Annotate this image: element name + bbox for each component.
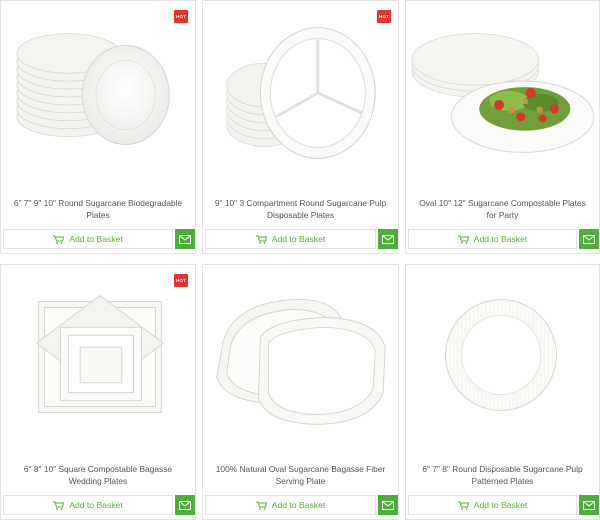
product-card: HOT 9" 10" 3 Compartment Round Sugarcane… <box>202 0 399 254</box>
email-icon <box>179 234 191 244</box>
product-title[interactable]: Oval 10" 12" Sugarcane Compostable Plate… <box>414 197 591 221</box>
add-to-basket-button[interactable]: Add to Basket <box>3 229 173 249</box>
product-title[interactable]: 6" 7" 9" 10" Round Sugarcane Biodegradab… <box>9 197 187 221</box>
product-image[interactable] <box>203 273 398 443</box>
product-grid: HOT 6" 7" 9" 10" Round Sugarcane Biodegr… <box>0 0 600 520</box>
basket-icon <box>53 501 65 510</box>
email-inquiry-button[interactable] <box>579 495 599 515</box>
product-title[interactable]: 9" 10" 3 Compartment Round Sugarcane Pul… <box>211 197 390 221</box>
product-image[interactable] <box>1 273 195 443</box>
email-inquiry-button[interactable] <box>378 495 398 515</box>
basket-icon <box>457 235 469 244</box>
product-card: 6" 7" 8" Round Disposable Sugarcane Pulp… <box>405 264 600 520</box>
basket-icon <box>255 235 267 244</box>
add-to-basket-label: Add to Basket <box>69 234 123 244</box>
add-to-basket-button[interactable]: Add to Basket <box>3 495 173 515</box>
email-icon <box>179 500 191 510</box>
add-to-basket-button[interactable]: Add to Basket <box>205 229 376 249</box>
add-to-basket-label: Add to Basket <box>473 234 528 244</box>
email-icon <box>382 500 394 510</box>
basket-icon <box>53 235 65 244</box>
product-card: HOT 6" 7" 9" 10" Round Sugarcane Biodegr… <box>0 0 196 254</box>
product-title[interactable]: 6" 8" 10" Square Compostable Bagasse Wed… <box>9 463 187 487</box>
add-to-basket-label: Add to Basket <box>271 500 326 510</box>
product-image[interactable] <box>406 9 599 179</box>
add-to-basket-label: Add to Basket <box>473 500 528 510</box>
add-to-basket-button[interactable]: Add to Basket <box>408 495 577 515</box>
email-icon <box>583 500 595 510</box>
email-icon <box>382 234 394 244</box>
product-image[interactable] <box>1 9 195 179</box>
product-image[interactable] <box>203 9 398 179</box>
email-inquiry-button[interactable] <box>579 229 599 249</box>
add-to-basket-label: Add to Basket <box>69 500 123 510</box>
email-inquiry-button[interactable] <box>175 495 195 515</box>
basket-icon <box>457 501 469 510</box>
product-card: Oval 10" 12" Sugarcane Compostable Plate… <box>405 0 600 254</box>
add-to-basket-button[interactable]: Add to Basket <box>205 495 376 515</box>
product-title[interactable]: 100% Natural Oval Sugarcane Bagasse Fibe… <box>211 463 390 487</box>
email-inquiry-button[interactable] <box>378 229 398 249</box>
email-inquiry-button[interactable] <box>175 229 195 249</box>
email-icon <box>583 234 595 244</box>
product-image[interactable] <box>406 273 599 443</box>
product-card: HOT 6" 8" 10" Square Compostable Bagasse… <box>0 264 196 520</box>
product-card: 100% Natural Oval Sugarcane Bagasse Fibe… <box>202 264 399 520</box>
add-to-basket-button[interactable]: Add to Basket <box>408 229 577 249</box>
product-title[interactable]: 6" 7" 8" Round Disposable Sugarcane Pulp… <box>414 463 591 487</box>
basket-icon <box>255 501 267 510</box>
add-to-basket-label: Add to Basket <box>271 234 326 244</box>
